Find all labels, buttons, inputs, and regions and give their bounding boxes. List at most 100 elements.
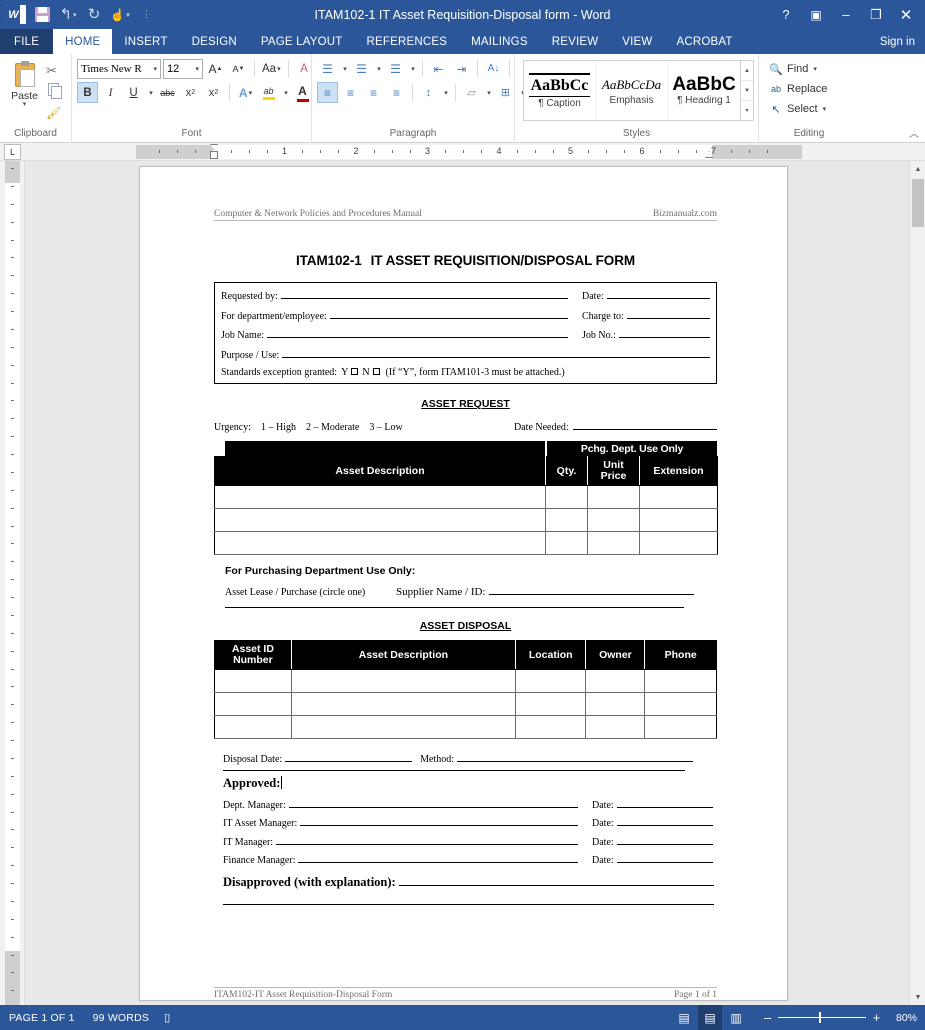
cell-extension[interactable]: [639, 531, 718, 555]
proofing-status-icon[interactable]: ▯: [158, 1011, 176, 1024]
grow-font-button[interactable]: A ▲: [205, 58, 226, 79]
cell-location[interactable]: [514, 669, 587, 693]
zoom-out-icon[interactable]: –: [762, 1010, 773, 1025]
document-canvas[interactable]: Computer & Network Policies and Procedur…: [25, 161, 909, 1005]
close-icon[interactable]: ✕: [891, 0, 921, 29]
find-button[interactable]: 🔍 Find ▾: [769, 60, 827, 78]
cell-asset-description[interactable]: [214, 485, 546, 509]
minimize-icon[interactable]: –: [831, 0, 861, 29]
table-row[interactable]: [214, 531, 718, 555]
touch-mode-icon[interactable]: ☝ ▾: [109, 4, 131, 26]
document-page[interactable]: Computer & Network Policies and Procedur…: [139, 166, 788, 1001]
redo-icon[interactable]: ↻: [83, 4, 105, 26]
format-painter-button[interactable]: 🖌: [46, 104, 64, 121]
tab-page-layout[interactable]: PAGE LAYOUT: [249, 29, 355, 54]
date-needed-input[interactable]: [572, 420, 717, 430]
styles-scroll[interactable]: ▲ ▼ ▾: [740, 61, 753, 120]
text-highlight-button[interactable]: ab: [258, 82, 279, 103]
it-asset-manager-input[interactable]: [300, 816, 578, 826]
multilevel-list-button[interactable]: ☰: [385, 58, 406, 79]
web-layout-icon[interactable]: ▥: [724, 1005, 748, 1030]
cell-asset-id[interactable]: [214, 692, 292, 716]
dept-manager-input[interactable]: [288, 798, 578, 808]
cell-owner[interactable]: [585, 669, 646, 693]
shading-button[interactable]: ▱: [461, 82, 482, 103]
underline-chevron-down-icon[interactable]: ▾: [146, 82, 155, 103]
finance-manager-date-input[interactable]: [616, 853, 713, 863]
asset-request-table[interactable]: Asset Description Qty. Unit Price Extensi…: [214, 456, 718, 555]
superscript-button[interactable]: x2: [203, 82, 224, 103]
bullets-button[interactable]: ☰: [317, 58, 338, 79]
job-no-input[interactable]: [618, 328, 710, 338]
cell-unit-price[interactable]: [587, 485, 640, 509]
borders-button[interactable]: ⊞: [495, 82, 516, 103]
decrease-indent-button[interactable]: ⇤: [428, 58, 449, 79]
supplier-input[interactable]: [488, 585, 694, 595]
cut-button[interactable]: ✂: [46, 62, 64, 79]
align-left-button[interactable]: ≡: [317, 82, 338, 103]
cell-phone[interactable]: [644, 692, 717, 716]
paste-button[interactable]: Paste ▾: [5, 58, 44, 108]
cell-location[interactable]: [514, 715, 587, 739]
sort-button[interactable]: A↓: [483, 58, 504, 79]
date-input[interactable]: [606, 289, 710, 299]
strikethrough-button[interactable]: abc: [157, 82, 178, 103]
cell-qty[interactable]: [545, 508, 588, 532]
cell-qty[interactable]: [545, 485, 588, 509]
cell-unit-price[interactable]: [587, 531, 640, 555]
cell-asset-description[interactable]: [214, 531, 546, 555]
paste-caret-icon[interactable]: ▾: [23, 101, 27, 108]
scrollbar-thumb[interactable]: [912, 179, 924, 227]
style-emphasis[interactable]: AaBbCcDa Emphasis: [596, 61, 668, 120]
restore-icon[interactable]: ❐: [861, 0, 891, 29]
cell-description[interactable]: [290, 669, 516, 693]
it-asset-manager-date-input[interactable]: [616, 816, 713, 826]
cell-qty[interactable]: [545, 531, 588, 555]
zoom-level-label[interactable]: 80%: [887, 1012, 917, 1024]
save-icon[interactable]: [31, 4, 53, 26]
cell-asset-description[interactable]: [214, 508, 546, 532]
table-row[interactable]: [214, 715, 717, 739]
line-spacing-button[interactable]: ↕: [418, 82, 439, 103]
change-case-button[interactable]: Aa ▾: [260, 58, 283, 79]
cell-description[interactable]: [290, 715, 516, 739]
align-right-button[interactable]: ≡: [363, 82, 384, 103]
numbering-button[interactable]: ☰: [351, 58, 372, 79]
line-spacing-chevron-down-icon[interactable]: ▾: [441, 82, 450, 103]
numbering-chevron-down-icon[interactable]: ▾: [374, 58, 383, 79]
asset-disposal-table[interactable]: Asset ID Number Asset Description Locatio…: [214, 640, 717, 739]
multilevel-chevron-down-icon[interactable]: ▾: [408, 58, 417, 79]
horizontal-ruler[interactable]: L 1 2 3 4 5 6 7: [0, 143, 925, 161]
font-name-input[interactable]: Times New R ▾: [77, 58, 161, 79]
scroll-down-icon[interactable]: ▼: [910, 989, 925, 1005]
font-name-chevron-down-icon[interactable]: ▾: [153, 65, 157, 73]
help-icon[interactable]: ?: [771, 0, 801, 29]
standards-yes-checkbox[interactable]: [351, 368, 359, 375]
styles-scroll-up-icon[interactable]: ▲: [741, 61, 753, 81]
copy-button[interactable]: [46, 83, 64, 100]
tab-mailings[interactable]: MAILINGS: [459, 29, 540, 54]
collapse-ribbon-icon[interactable]: ︿: [909, 125, 919, 140]
page-count-status[interactable]: PAGE 1 OF 1: [0, 1012, 84, 1024]
vertical-scrollbar[interactable]: ▲ ▼: [909, 161, 925, 1005]
cell-asset-id[interactable]: [214, 669, 292, 693]
select-chevron-down-icon[interactable]: ▾: [823, 105, 827, 113]
cell-extension[interactable]: [639, 508, 718, 532]
zoom-slider-track[interactable]: [778, 1012, 866, 1023]
cell-description[interactable]: [290, 692, 516, 716]
disapproved-input-line-2[interactable]: [223, 904, 714, 905]
tab-view[interactable]: VIEW: [610, 29, 664, 54]
cell-owner[interactable]: [585, 692, 646, 716]
align-center-button[interactable]: ≡: [340, 82, 361, 103]
tab-file[interactable]: FILE: [0, 29, 54, 54]
table-row[interactable]: [214, 485, 718, 509]
disapproved-input-line-1[interactable]: [398, 876, 714, 886]
read-mode-icon[interactable]: ▤: [672, 1005, 696, 1030]
left-indent-handle[interactable]: [210, 151, 218, 159]
select-button[interactable]: ↖ Select ▾: [769, 100, 827, 118]
tab-review[interactable]: REVIEW: [540, 29, 611, 54]
underline-button[interactable]: U: [123, 82, 144, 103]
cell-unit-price[interactable]: [587, 508, 640, 532]
tab-acrobat[interactable]: ACROBAT: [664, 29, 744, 54]
find-chevron-down-icon[interactable]: ▾: [813, 65, 817, 73]
